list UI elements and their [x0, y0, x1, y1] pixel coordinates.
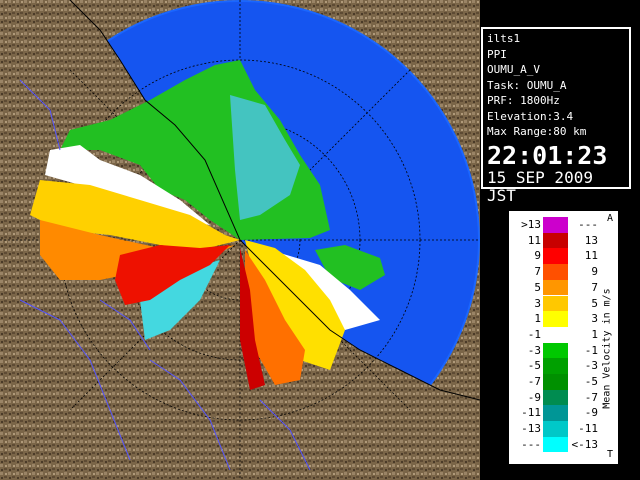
legend-label-left: -9 — [527, 390, 541, 404]
legend-label-left: 11 — [527, 233, 541, 247]
legend-swatch — [543, 295, 568, 312]
legend-label-right: -1 — [584, 343, 598, 357]
legend-top-marker: A — [606, 213, 613, 224]
scan-mode: PPI — [487, 47, 507, 61]
legend-label-right: 9 — [591, 265, 598, 279]
legend-label-right: 1 — [591, 327, 598, 341]
legend-row: 11 13 — [511, 232, 616, 249]
legend-swatch — [543, 279, 568, 296]
elevation-value: Elevation:3.4 — [487, 109, 574, 123]
legend-swatch — [543, 374, 568, 390]
legend-title: Mean Velocity in m/s — [601, 288, 613, 409]
legend-swatch — [543, 232, 568, 249]
legend-label-left: -7 — [527, 375, 541, 388]
legend-label-left: --- — [521, 437, 541, 451]
legend-label-right: 13 — [584, 233, 598, 247]
legend-label-right: 5 — [591, 296, 598, 310]
legend-label-left: -11 — [521, 406, 541, 420]
scan-date: 15 SEP 2009 JST — [487, 167, 593, 205]
task-name: Task: OUMU_A — [487, 78, 567, 92]
legend-label-right: -7 — [584, 390, 598, 404]
product-name: OUMU_A_V — [487, 63, 540, 76]
legend-swatch — [543, 358, 568, 374]
legend-label-right: --- — [578, 218, 598, 231]
legend-swatch — [543, 342, 568, 359]
prf-value: PRF: 1800Hz — [487, 94, 560, 107]
radar-ppi-display — [0, 0, 480, 480]
legend-label-left: -5 — [527, 359, 541, 373]
legend-label-left: 3 — [534, 296, 541, 310]
legend-label-right: 3 — [591, 312, 598, 326]
max-range-value: Max Range:80 km — [487, 125, 587, 138]
legend-swatch — [543, 264, 568, 280]
legend-label-right: -5 — [584, 375, 598, 388]
velocity-legend: >13 --- 11 13 9 11 7 9 5 7 3 5 1 3 -1 1 -3 -1 -5 -3 -7 -5 -9 -7… — [509, 211, 618, 464]
legend-swatch — [543, 421, 568, 437]
legend-swatch — [543, 248, 568, 265]
legend-label-right: -3 — [584, 359, 598, 373]
legend-label-left: 7 — [534, 265, 541, 279]
legend-swatch — [543, 389, 568, 406]
legend-label-left: >13 — [521, 218, 541, 231]
legend-row: >13 --- — [511, 217, 616, 233]
legend-label-right: 7 — [591, 280, 598, 294]
legend-unit-wrap: Mean Velocity in m/s — [595, 253, 615, 443]
legend-label-left: -13 — [521, 422, 541, 436]
legend-label-right: <-13 — [571, 437, 599, 451]
legend-label-left: 1 — [534, 312, 541, 326]
scan-time: 22:01:23 — [487, 140, 608, 170]
legend-swatch — [543, 436, 568, 453]
info-panel: ilts1 PPI OUMU_A_V Task: OUMU_A PRF: 180… — [481, 27, 631, 204]
legend-label-left: -1 — [527, 327, 541, 341]
legend-label-right: -9 — [584, 406, 598, 420]
legend-swatch — [543, 217, 568, 233]
legend-label-left: -3 — [527, 343, 541, 357]
legend-label-right: -11 — [578, 422, 598, 436]
legend-swatch — [543, 326, 568, 343]
legend-swatch — [543, 311, 568, 327]
legend-label-left: 9 — [534, 249, 541, 263]
legend-bottom-marker: T — [606, 449, 613, 460]
station-id: ilts1 — [487, 32, 521, 45]
legend-label-right: 11 — [584, 249, 598, 263]
legend-label-left: 5 — [534, 280, 541, 294]
legend-swatch — [543, 405, 568, 422]
